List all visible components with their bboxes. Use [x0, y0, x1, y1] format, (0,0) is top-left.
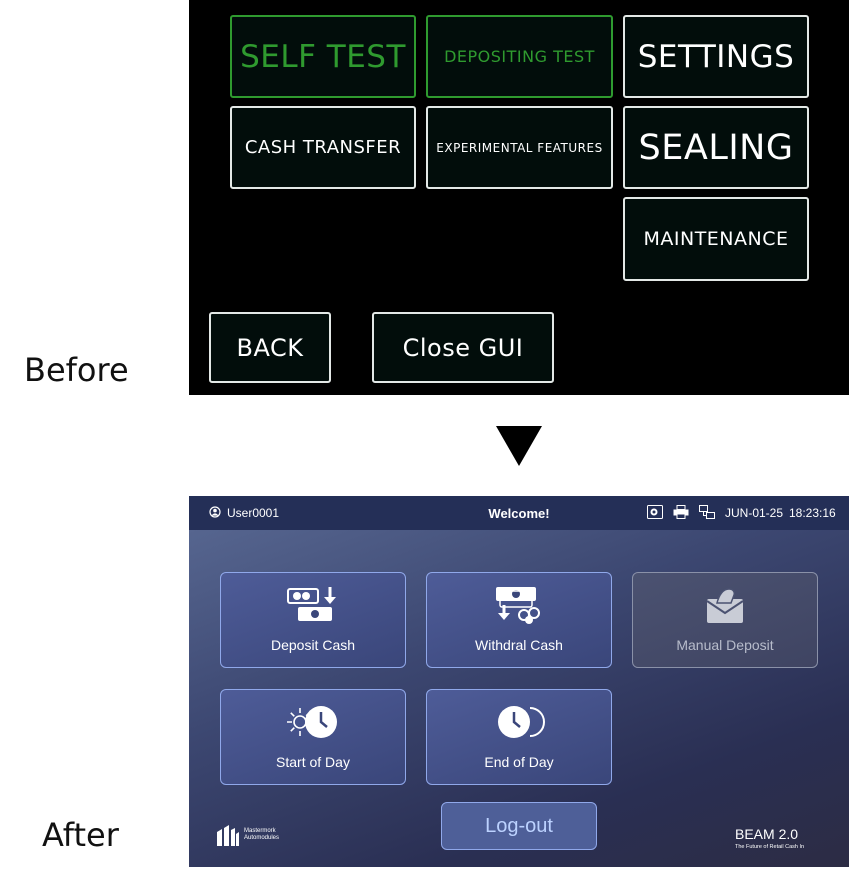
top-bar: User0001 Welcome! JUN-01-25 18:23:16	[189, 496, 849, 530]
company-logo-icon	[217, 825, 239, 846]
logo-text-line-2: Automodules	[244, 835, 280, 841]
sealing-button[interactable]: SEALING	[623, 106, 809, 189]
settings-button[interactable]: SETTINGS	[623, 15, 809, 98]
down-arrow-icon	[496, 426, 542, 466]
status-icons	[647, 496, 715, 530]
brand-name: BEAM 2.0	[735, 826, 799, 842]
end-of-day-button[interactable]: End of Day	[426, 689, 612, 785]
company-logo: Mastermork Automodules	[216, 824, 279, 846]
manual-deposit-label: Manual Deposit	[676, 637, 774, 653]
logo-text-line-1: Mastermork	[244, 828, 276, 834]
close-gui-button[interactable]: Close GUI	[372, 312, 554, 383]
back-button[interactable]: BACK	[209, 312, 331, 383]
coin-status-icon	[647, 504, 663, 522]
before-screen: SELF TEST DEPOSITING TEST SETTINGS CASH …	[189, 0, 849, 395]
before-caption: Before	[24, 351, 129, 389]
start-of-day-label: Start of Day	[276, 754, 350, 770]
user-icon	[209, 505, 221, 521]
logout-button[interactable]: Log-out	[441, 802, 597, 850]
printer-status-icon	[673, 504, 689, 522]
username: User0001	[227, 506, 280, 520]
envelope-hand-icon	[703, 585, 747, 628]
depositing-test-button[interactable]: DEPOSITING TEST	[426, 15, 613, 98]
brand-tagline: The Future of Retail Cash In	[735, 844, 805, 850]
after-screen: User0001 Welcome! JUN-01-25 18:23:16 Dep…	[189, 496, 849, 867]
withdral-cash-icon	[492, 585, 546, 628]
withdral-cash-button[interactable]: Withdral Cash	[426, 572, 612, 668]
cash-transfer-button[interactable]: CASH TRANSFER	[230, 106, 416, 189]
deposit-cash-icon	[286, 585, 340, 628]
start-of-day-button[interactable]: Start of Day	[220, 689, 406, 785]
after-caption: After	[42, 816, 119, 854]
status-time: 18:23:16	[789, 506, 836, 520]
clock-moon-icon	[492, 702, 546, 745]
network-status-icon	[699, 504, 715, 522]
user-info: User0001	[209, 496, 279, 530]
maintenance-button[interactable]: MAINTENANCE	[623, 197, 809, 281]
experimental-features-button[interactable]: EXPERIMENTAL FEATURES	[426, 106, 613, 189]
status-date: JUN-01-25	[725, 506, 784, 520]
end-of-day-label: End of Day	[484, 754, 554, 770]
sun-clock-icon	[286, 702, 340, 745]
deposit-cash-label: Deposit Cash	[270, 637, 356, 653]
withdral-cash-label: Withdral Cash	[475, 637, 563, 653]
manual-deposit-button[interactable]: Manual Deposit	[632, 572, 818, 668]
deposit-cash-button[interactable]: Deposit Cash	[220, 572, 406, 668]
self-test-button[interactable]: SELF TEST	[230, 15, 416, 98]
